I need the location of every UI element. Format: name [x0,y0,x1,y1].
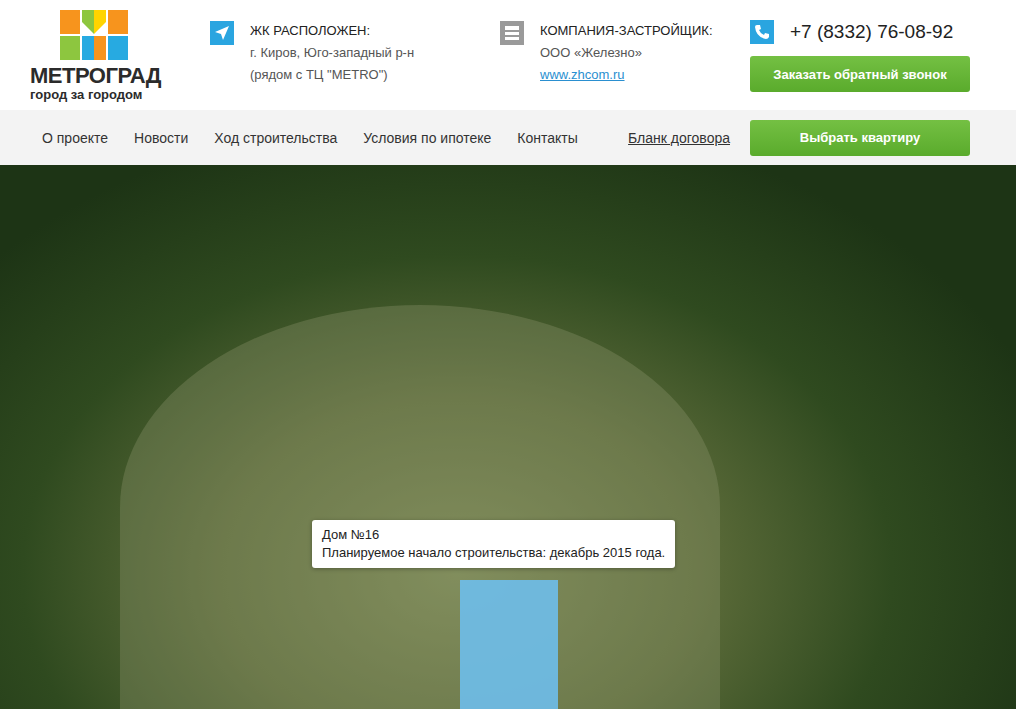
info-label: КОМПАНИЯ-ЗАСТРОЙЩИК: [540,20,713,42]
nav-item[interactable]: Ход строительства [214,130,337,146]
website-link[interactable]: www.zhcom.ru [540,67,625,82]
info-block: ЖК РАСПОЛОЖЕН: г. Киров, Юго-западный р-… [210,0,500,110]
logo-subtitle: город за городом [30,88,142,102]
tooltip-text: Планируемое начало строительства: декабр… [322,544,665,562]
nav-item[interactable]: Условия по ипотеке [363,130,491,146]
nav-item[interactable]: Новости [134,130,188,146]
contract-link[interactable]: Бланк договора [628,130,730,146]
info-block: КОМПАНИЯ-ЗАСТРОЙЩИК: ООО «Железно» www.z… [500,0,750,110]
choose-apartment-button[interactable]: Выбрать квартиру [750,120,970,156]
logo-title: МЕТРОГРАД [30,64,161,88]
info-label: ЖК РАСПОЛОЖЕН: [250,20,414,42]
phone-number: +7 (8332) 76-08-92 [790,21,953,43]
info-line: (рядом с ТЦ "METRO") [250,64,414,86]
phone-icon [750,20,774,44]
clearing [120,305,720,709]
callback-button[interactable]: Заказать обратный звонок [750,56,970,92]
nav-item[interactable]: Контакты [517,130,577,146]
logo[interactable]: МЕТРОГРАД город за городом [30,0,210,110]
hero-image: Дом №16 Планируемое начало строительства… [0,165,1016,709]
highlighted-house[interactable] [460,580,558,709]
logo-m-icon [60,10,128,60]
house-tooltip: Дом №16 Планируемое начало строительства… [312,520,675,568]
info-line: г. Киров, Юго-западный р-н [250,42,414,64]
company-icon [500,21,524,45]
page: МЕТРОГРАД город за городом ЖК РАСПОЛОЖЕН… [0,0,1016,709]
info-line: ООО «Железно» [540,42,713,64]
nav-item[interactable]: О проекте [42,130,108,146]
header: МЕТРОГРАД город за городом ЖК РАСПОЛОЖЕН… [0,0,1016,110]
tooltip-title: Дом №16 [322,526,665,544]
contact-block: +7 (8332) 76-08-92 Заказать обратный зво… [750,0,970,110]
location-arrow-icon [210,21,234,45]
nav-bar: О проекте Новости Ход строительства Условия… [0,110,1016,165]
